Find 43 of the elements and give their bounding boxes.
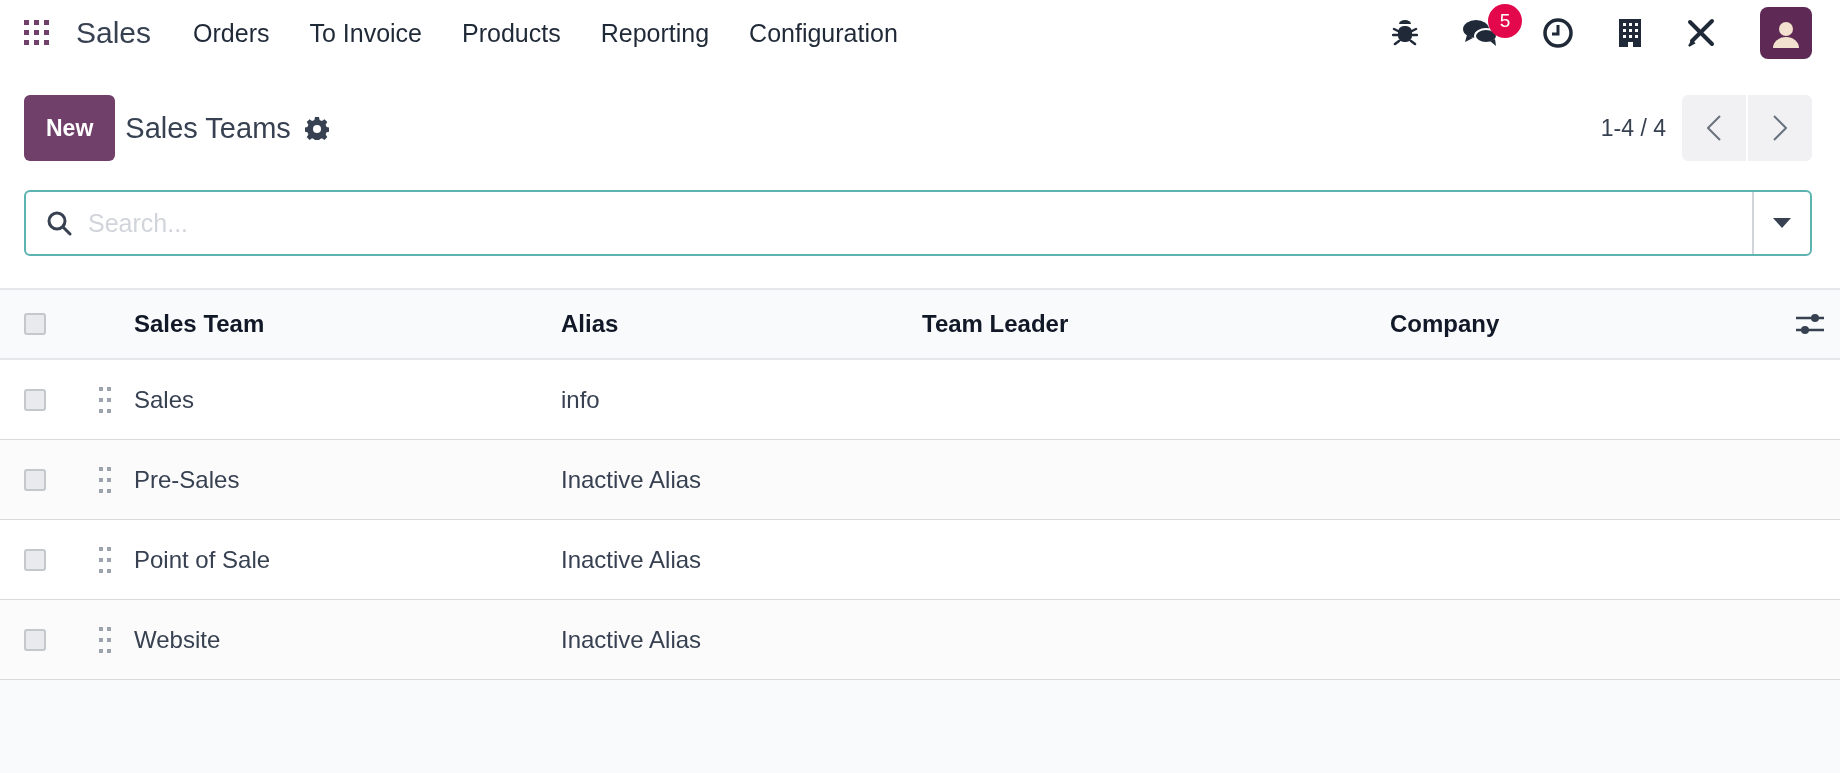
drag-handle-icon[interactable] (99, 386, 111, 413)
select-all-checkbox[interactable] (24, 313, 46, 335)
tools-icon[interactable] (1686, 18, 1716, 48)
table-cell-text: Point of Sale (134, 545, 272, 574)
settings-gear-icon[interactable] (304, 116, 329, 140)
drag-handle-icon[interactable] (99, 626, 111, 653)
column-settings-sliders-icon[interactable] (1796, 312, 1824, 336)
row-checkbox[interactable] (24, 628, 46, 651)
page-title: Sales Teams (125, 111, 291, 145)
caret-down-icon (1773, 218, 1791, 228)
apps-grid-icon[interactable] (24, 20, 50, 46)
search-icon (46, 210, 72, 236)
menu-item[interactable]: Configuration (729, 18, 918, 48)
table-cell-text: Pre-Sales (134, 465, 241, 494)
new-button[interactable]: New (24, 95, 116, 161)
column-header[interactable]: Sales Team (134, 310, 561, 338)
menu-item[interactable]: Products (442, 18, 581, 48)
column-header[interactable]: Alias (561, 310, 922, 338)
chevron-left-icon (1707, 115, 1721, 141)
table-cell-text: info (561, 385, 601, 414)
table-cell-text: Website (134, 625, 222, 654)
app-title[interactable]: Sales (76, 16, 152, 50)
table-cell-text: Sales (134, 385, 196, 414)
column-header[interactable]: Company (1390, 310, 1780, 338)
row-checkbox[interactable] (24, 468, 46, 491)
drag-handle-icon[interactable] (99, 466, 111, 493)
menu-item[interactable]: Orders (173, 18, 290, 48)
pager-text[interactable]: 1-4 / 4 (1600, 114, 1666, 142)
table-cell-text: Inactive Alias (561, 545, 703, 574)
menu-item[interactable]: Reporting (580, 18, 730, 48)
table-cell-text: Inactive Alias (561, 625, 703, 654)
clock-icon[interactable] (1542, 17, 1574, 49)
drag-handle-icon[interactable] (99, 546, 111, 573)
row-checkbox[interactable] (24, 388, 46, 411)
building-icon[interactable] (1618, 18, 1642, 48)
column-header[interactable]: Team Leader (922, 310, 1390, 338)
menu-item[interactable]: To Invoice (289, 18, 442, 48)
notification-badge: 5 (1488, 4, 1522, 38)
row-checkbox[interactable] (24, 548, 46, 571)
table-cell-text: Inactive Alias (561, 465, 703, 494)
bug-icon[interactable] (1392, 19, 1418, 47)
chevron-right-icon (1773, 115, 1787, 141)
user-avatar[interactable] (1760, 7, 1812, 59)
